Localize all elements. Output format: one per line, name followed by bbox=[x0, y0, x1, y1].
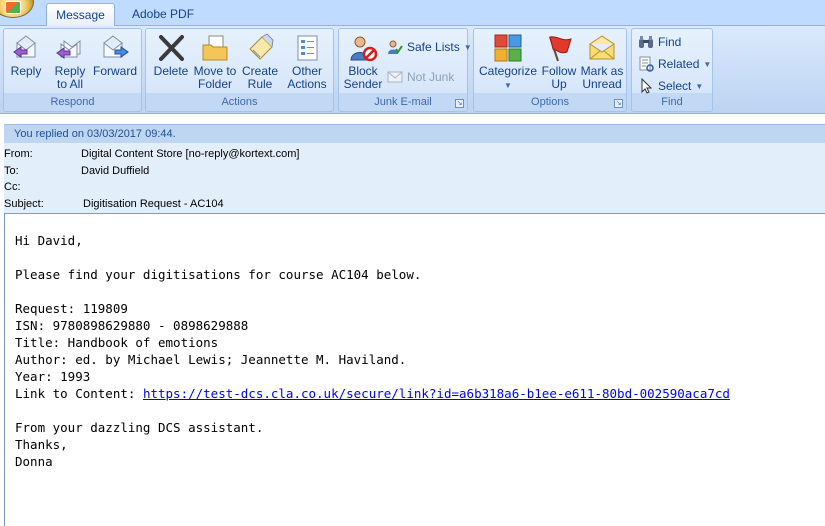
reply-info-bar[interactable]: You replied on 03/03/2017 09:44. bbox=[4, 124, 825, 143]
reply-icon bbox=[13, 35, 36, 58]
not-junk-icon bbox=[387, 71, 403, 83]
move-to-folder-button[interactable]: Move to Folder bbox=[193, 33, 237, 91]
respond-group-label: Respond bbox=[50, 96, 95, 108]
categorize-icon bbox=[494, 34, 522, 62]
options-dialog-launcher-icon[interactable]: ↘ bbox=[614, 99, 623, 108]
message-body[interactable]: Hi David, Please find your digitisations… bbox=[4, 213, 825, 526]
reply-label: Reply bbox=[10, 64, 42, 78]
link-label: Link to Content: bbox=[15, 386, 143, 401]
junk-dialog-launcher-icon[interactable]: ↘ bbox=[455, 99, 464, 108]
group-options: Categorize ▼ Follow Up Mark as Unread Op… bbox=[473, 28, 627, 112]
mark-as-unread-button[interactable]: Mark as Unread bbox=[580, 33, 624, 91]
not-junk-button[interactable]: Not Junk bbox=[387, 69, 454, 85]
forward-icon bbox=[103, 35, 129, 58]
content-link[interactable]: https://test-dcs.cla.co.uk/secure/link?i… bbox=[143, 386, 730, 401]
ribbon-tab-strip: Message Adobe PDF bbox=[0, 0, 825, 26]
message-header: From: Digital Content Store [no-reply@ko… bbox=[4, 143, 825, 213]
subject-value: Digitisation Request - AC104 bbox=[83, 198, 224, 210]
other-actions-label: Other Actions bbox=[287, 64, 327, 91]
to-label: To: bbox=[4, 165, 19, 177]
safe-lists-button[interactable]: Safe Lists ▼ bbox=[387, 39, 472, 55]
thanks-line: Thanks, bbox=[15, 437, 68, 452]
delete-x-icon bbox=[159, 35, 184, 61]
ribbon: Reply Reply to All Forward Respond Delet… bbox=[0, 26, 825, 114]
safe-lists-label: Safe Lists bbox=[407, 40, 460, 54]
follow-up-button[interactable]: Follow Up bbox=[538, 33, 580, 91]
delete-label: Delete bbox=[153, 64, 189, 78]
related-button[interactable]: Related ▼ bbox=[638, 56, 711, 72]
move-to-folder-icon bbox=[202, 35, 228, 61]
options-group-label: Options bbox=[531, 96, 569, 108]
create-rule-icon bbox=[249, 33, 274, 60]
related-label: Related bbox=[658, 57, 700, 71]
forward-button[interactable]: Forward bbox=[92, 33, 138, 78]
office-logo-icon bbox=[5, 1, 21, 14]
subject-label: Subject: bbox=[4, 198, 44, 210]
safe-lists-icon bbox=[388, 40, 403, 54]
mark-unread-icon bbox=[589, 35, 615, 60]
other-actions-button[interactable]: Other Actions bbox=[284, 33, 330, 91]
title-line: Title: Handbook of emotions bbox=[15, 335, 219, 350]
block-sender-label: Block Sender bbox=[343, 64, 383, 91]
block-sender-icon bbox=[350, 36, 378, 62]
cursor-arrow-icon bbox=[641, 78, 653, 94]
follow-up-label: Follow Up bbox=[541, 64, 577, 91]
follow-up-flag-icon bbox=[549, 36, 572, 62]
related-icon bbox=[639, 56, 654, 72]
reply-all-label: Reply to All bbox=[54, 64, 86, 91]
cc-label: Cc: bbox=[4, 181, 21, 193]
year-line: Year: 1993 bbox=[15, 369, 91, 384]
group-respond: Reply Reply to All Forward Respond bbox=[3, 28, 142, 112]
signature: Donna bbox=[15, 454, 53, 469]
select-label: Select bbox=[658, 79, 692, 93]
tab-message[interactable]: Message bbox=[46, 3, 115, 26]
junk-group-label: Junk E-mail bbox=[374, 96, 432, 108]
group-find: Find Related ▼ Select ▼ Find bbox=[631, 28, 713, 112]
isn-line: ISN: 9780898629880 - 0898629888 bbox=[15, 318, 249, 333]
other-actions-icon bbox=[297, 35, 318, 61]
block-sender-button[interactable]: Block Sender bbox=[343, 33, 383, 91]
tab-adobe-pdf[interactable]: Adobe PDF bbox=[120, 3, 206, 26]
chevron-down-icon: ▼ bbox=[463, 42, 472, 52]
mark-as-unread-label: Mark as Unread bbox=[580, 64, 624, 91]
from-label: From: bbox=[4, 148, 33, 160]
to-value[interactable]: David Duffield bbox=[81, 163, 149, 179]
office-button[interactable] bbox=[0, 0, 34, 18]
reply-all-button[interactable]: Reply to All bbox=[50, 33, 90, 91]
categorize-button[interactable]: Categorize ▼ bbox=[478, 33, 538, 92]
reply-all-icon bbox=[56, 40, 81, 59]
request-line: Request: 119809 bbox=[15, 301, 128, 316]
select-button[interactable]: Select ▼ bbox=[638, 78, 703, 94]
delete-button[interactable]: Delete bbox=[151, 33, 191, 78]
categorize-label: Categorize bbox=[478, 64, 538, 78]
find-button[interactable]: Find bbox=[638, 34, 681, 50]
from-value[interactable]: Digital Content Store [no-reply@kortext.… bbox=[81, 146, 299, 162]
chevron-down-icon: ▼ bbox=[695, 81, 704, 91]
intro-line: Please find your digitisations for cours… bbox=[15, 267, 422, 282]
binoculars-icon bbox=[639, 36, 653, 48]
message-text: Hi David, Please find your digitisations… bbox=[15, 232, 730, 470]
actions-group-label: Actions bbox=[221, 96, 258, 108]
create-rule-label: Create Rule bbox=[241, 64, 279, 91]
author-line: Author: ed. by Michael Lewis; Jeannette … bbox=[15, 352, 407, 367]
reply-button[interactable]: Reply bbox=[10, 33, 42, 78]
closing-line: From your dazzling DCS assistant. bbox=[15, 420, 264, 435]
move-to-folder-label: Move to Folder bbox=[193, 64, 237, 91]
forward-label: Forward bbox=[92, 64, 137, 78]
chevron-down-icon: ▼ bbox=[703, 59, 712, 69]
create-rule-button[interactable]: Create Rule bbox=[240, 33, 280, 91]
group-actions: Delete Move to Folder Create Rule Other … bbox=[145, 28, 334, 112]
not-junk-label: Not Junk bbox=[407, 70, 455, 84]
greeting: Hi David, bbox=[15, 233, 83, 248]
find-group-label: Find bbox=[661, 96, 683, 108]
chevron-down-icon: ▼ bbox=[504, 81, 512, 90]
group-junk-email: Block Sender Safe Lists ▼ Not Junk Junk … bbox=[338, 28, 472, 112]
find-label: Find bbox=[658, 35, 682, 49]
